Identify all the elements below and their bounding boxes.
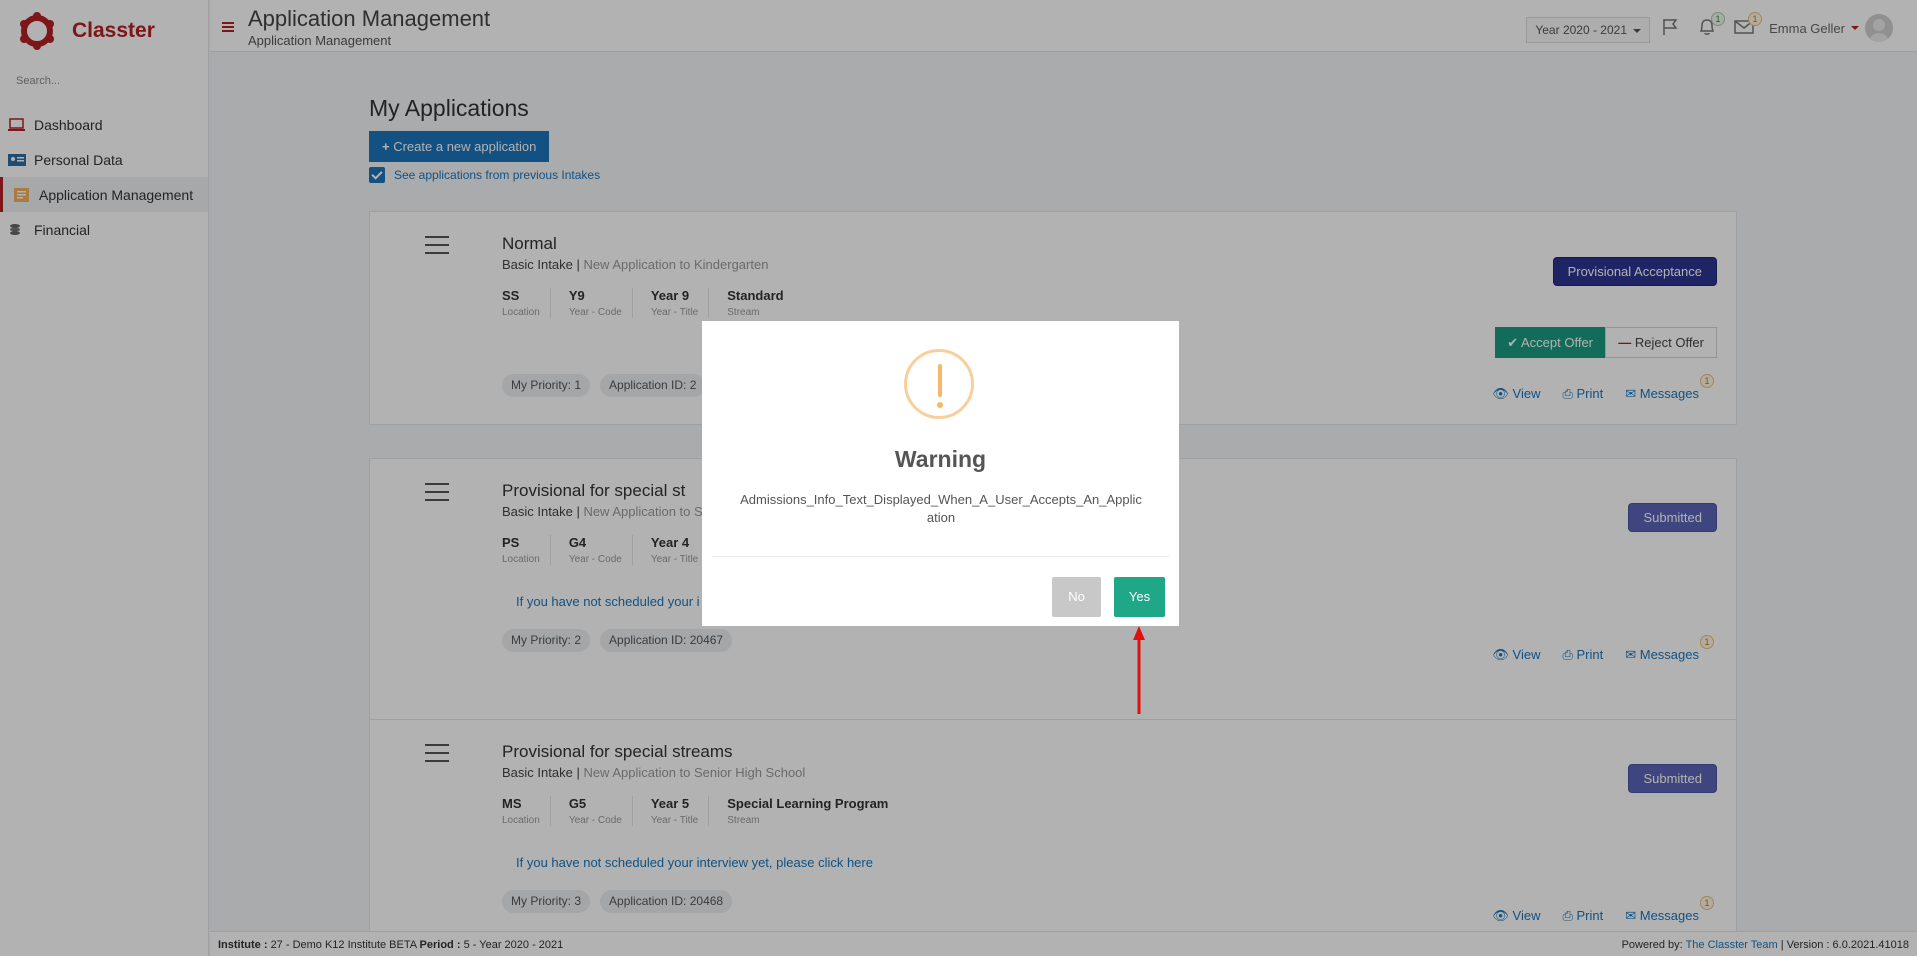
no-button[interactable]: No — [1052, 577, 1101, 617]
dialog-divider — [712, 556, 1169, 557]
annotation-arrow-icon — [1133, 626, 1145, 714]
yes-button[interactable]: Yes — [1114, 577, 1165, 617]
warning-dialog: Warning Admissions_Info_Text_Displayed_W… — [702, 321, 1179, 626]
warning-icon — [904, 349, 974, 419]
dialog-title: Warning — [894, 446, 987, 472]
dialog-message: Admissions_Info_Text_Displayed_When_A_Us… — [740, 492, 1142, 525]
